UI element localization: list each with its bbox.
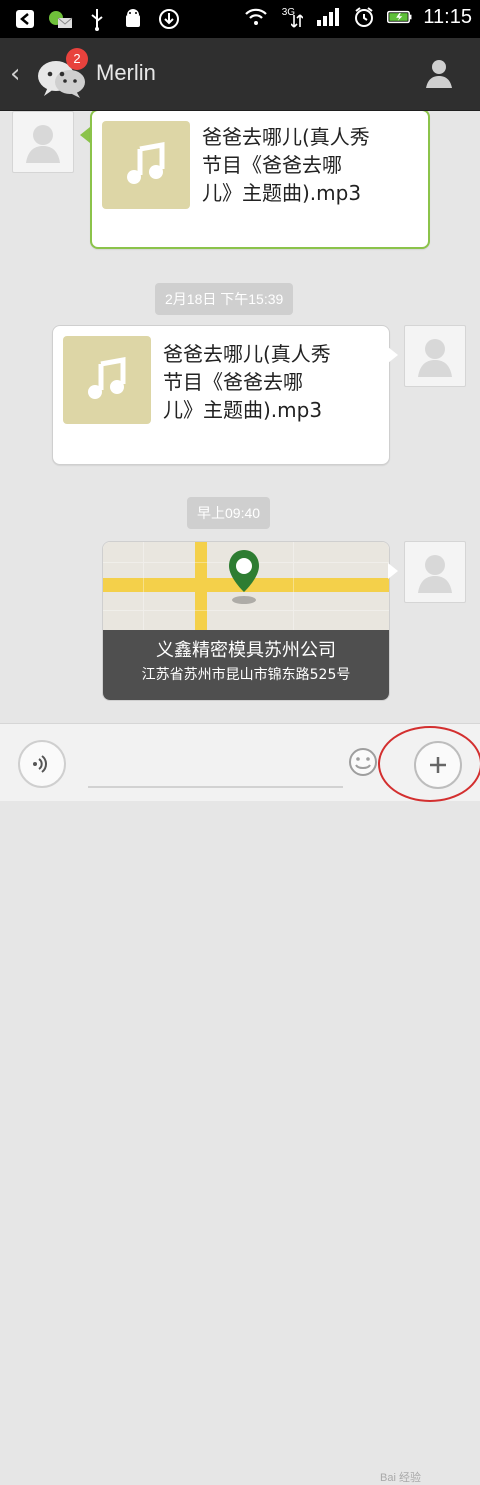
- status-bar: 3G 11:15: [0, 0, 480, 38]
- emoji-icon[interactable]: [346, 745, 380, 779]
- message-input[interactable]: [88, 786, 343, 788]
- status-time: 11:15: [423, 5, 472, 28]
- avatar-outgoing[interactable]: [404, 541, 466, 603]
- file-name: 爸爸去哪儿(真人秀 节目《爸爸去哪 儿》主题曲).mp3: [163, 342, 331, 422]
- alarm-icon: [351, 4, 377, 30]
- file-name: 爸爸去哪儿(真人秀 节目《爸爸去哪 儿》主题曲).mp3: [202, 125, 370, 205]
- profile-icon[interactable]: [422, 56, 456, 90]
- location-title: 义鑫精密模具苏州公司: [156, 640, 336, 661]
- location-pin-icon: [227, 548, 261, 606]
- music-note-icon: [88, 357, 126, 399]
- timestamp: 早上09:40: [187, 497, 271, 529]
- battery-charging-icon: [387, 4, 413, 30]
- music-thumbnail: [102, 121, 190, 209]
- bubble-tail: [80, 127, 90, 143]
- download-icon: [156, 6, 182, 32]
- back-arrow-icon: [12, 6, 38, 32]
- signal-bars-icon: [315, 4, 341, 30]
- location-address: 江苏省苏州市昆山市锦东路525号: [141, 667, 351, 683]
- message-bubble-outgoing[interactable]: 爸爸去哪儿(真人秀 节目《爸爸去哪 儿》主题曲).mp3: [52, 325, 390, 465]
- music-thumbnail: [63, 336, 151, 424]
- location-info: 义鑫精密模具苏州公司 江苏省苏州市昆山市锦东路525号: [103, 630, 389, 700]
- android-icon: [120, 6, 146, 32]
- usb-icon: [84, 6, 110, 32]
- map-preview: [103, 542, 389, 630]
- bubble-tail: [388, 563, 398, 579]
- avatar-outgoing[interactable]: [404, 325, 466, 387]
- status-left-icons: [12, 6, 182, 32]
- signal-3g-icon: 3G: [279, 4, 305, 30]
- voice-icon[interactable]: [18, 740, 66, 788]
- input-bar: Bai 经验: [0, 723, 480, 1484]
- mail-icon: [48, 6, 74, 32]
- chat-title: Merlin: [96, 60, 156, 85]
- timestamp: 2月18日 下午15:39: [155, 283, 294, 315]
- location-card[interactable]: 义鑫精密模具苏州公司 江苏省苏州市昆山市锦东路525号: [102, 541, 390, 701]
- wifi-icon: [243, 4, 269, 30]
- bubble-tail: [388, 347, 398, 363]
- highlight-circle: [378, 726, 480, 802]
- watermark: Bai 经验: [380, 1472, 421, 1484]
- unread-badge: 2: [66, 48, 88, 70]
- message-bubble-incoming[interactable]: 爸爸去哪儿(真人秀 节目《爸爸去哪 儿》主题曲).mp3: [90, 111, 430, 249]
- status-right-icons: 3G 11:15: [243, 4, 472, 30]
- chat-area: 爸爸去哪儿(真人秀 节目《爸爸去哪 儿》主题曲).mp3 2月18日 下午15:…: [0, 111, 480, 723]
- chat-header: ‹ 2 Merlin: [0, 38, 480, 111]
- avatar-incoming[interactable]: [12, 111, 74, 173]
- chevron-left-icon[interactable]: ‹: [10, 60, 28, 88]
- music-note-icon: [127, 142, 165, 184]
